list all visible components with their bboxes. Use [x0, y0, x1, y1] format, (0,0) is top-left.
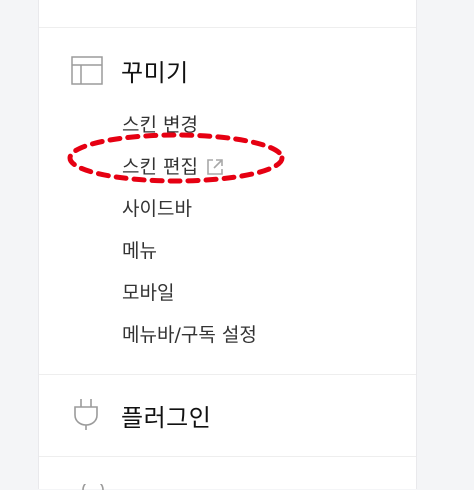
- section-title-plugin: 플러그인: [121, 404, 212, 432]
- menu-item-mobile[interactable]: 모바일: [122, 272, 257, 314]
- plug-icon: [74, 399, 98, 430]
- menu-item-label: 사이드바: [122, 198, 192, 220]
- divider: [39, 27, 416, 28]
- menu-item-menubar-subscribe[interactable]: 메뉴바/구독 설정: [122, 314, 257, 356]
- menu-item-sidebar[interactable]: 사이드바: [122, 188, 257, 230]
- divider: [39, 374, 416, 375]
- divider: [39, 456, 416, 457]
- section-title-decorate: 꾸미기: [121, 59, 189, 87]
- menu-item-skin-edit[interactable]: 스킨 편집: [122, 146, 257, 188]
- menu-item-menu[interactable]: 메뉴: [122, 230, 257, 272]
- sidebar-panel: 꾸미기 스킨 변경 스킨 편집 사이드바 메뉴 모바일 메뉴바/구독 설정 플러…: [38, 0, 417, 490]
- menu-item-skin-change[interactable]: 스킨 변경: [122, 104, 257, 146]
- partial-section-icon: [82, 484, 104, 490]
- menu-item-label: 스킨 편집: [122, 156, 198, 178]
- menu-item-label: 메뉴바/구독 설정: [122, 324, 257, 346]
- menu-item-label: 모바일: [122, 282, 175, 304]
- menu-item-label: 스킨 변경: [122, 114, 198, 136]
- decorate-menu: 스킨 변경 스킨 편집 사이드바 메뉴 모바일 메뉴바/구독 설정: [122, 104, 257, 356]
- menu-item-label: 메뉴: [122, 240, 157, 262]
- layout-icon: [71, 56, 103, 85]
- external-link-icon: [207, 159, 223, 175]
